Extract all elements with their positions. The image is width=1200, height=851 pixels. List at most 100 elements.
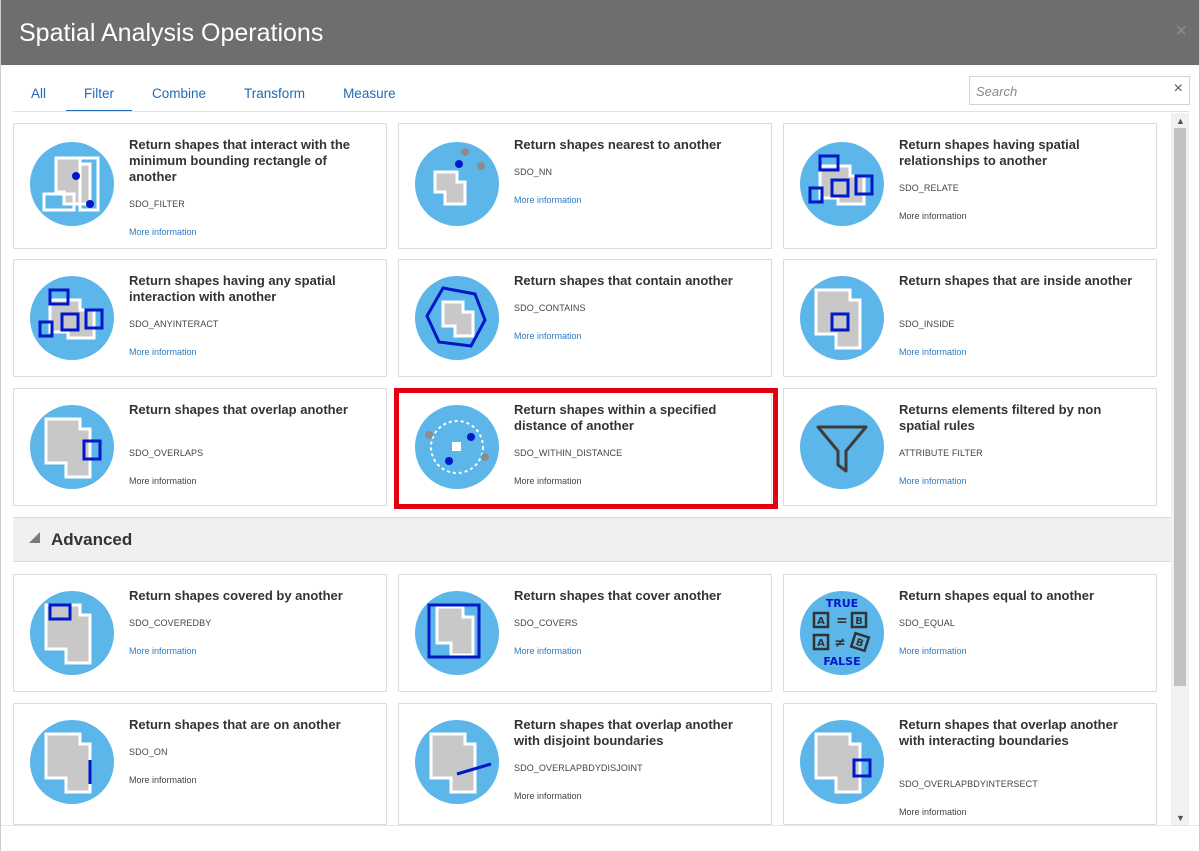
- nearest-neighbor-icon: [415, 142, 499, 226]
- collapse-triangle-icon[interactable]: [29, 532, 40, 543]
- card-title: Return shapes that overlap another with …: [514, 717, 733, 748]
- clear-search-icon[interactable]: ×: [1174, 80, 1183, 98]
- card-code: SDO_EQUAL: [899, 618, 955, 628]
- equal-icon-neq-text: ≠: [834, 635, 846, 651]
- relate-icon: [800, 142, 884, 226]
- card-code: SDO_CONTAINS: [514, 303, 586, 313]
- operation-card-sdo-inside[interactable]: Return shapes that are inside another SD…: [783, 259, 1157, 377]
- card-title: Return shapes nearest to another: [514, 137, 722, 152]
- more-information-link[interactable]: More information: [899, 807, 967, 817]
- card-code: SDO_ON: [129, 747, 168, 757]
- more-information-link[interactable]: More information: [899, 347, 967, 357]
- card-code: SDO_OVERLAPS: [129, 448, 204, 458]
- more-information-link[interactable]: More information: [899, 646, 967, 656]
- tab-combine[interactable]: Combine: [134, 80, 224, 112]
- more-information-link[interactable]: More information: [129, 227, 197, 237]
- equal-icon-a2-text: A: [817, 638, 825, 649]
- card-code: SDO_RELATE: [899, 183, 959, 193]
- dialog-title: Spatial Analysis Operations: [19, 19, 324, 47]
- overlap-intersect-icon: [800, 720, 884, 804]
- equal-icon-false-text: FALSE: [823, 655, 860, 668]
- search-box: ×: [969, 76, 1190, 105]
- anyinteract-icon: [30, 276, 114, 360]
- card-title: Return shapes equal to another: [899, 588, 1095, 603]
- more-information-link[interactable]: More information: [899, 211, 967, 221]
- more-information-link[interactable]: More information: [514, 195, 582, 205]
- more-information-link[interactable]: More information: [129, 476, 197, 486]
- card-title: Return shapes that interact with the min…: [129, 137, 351, 184]
- selection-highlight: [394, 388, 778, 509]
- card-title: Returns elements filtered by non spatial…: [899, 402, 1102, 433]
- contains-icon: [415, 276, 499, 360]
- card-code: SDO_COVEREDBY: [129, 618, 212, 628]
- operation-card-sdo-overlaps[interactable]: Return shapes that overlap another SDO_O…: [13, 388, 387, 506]
- more-information-link[interactable]: More information: [514, 331, 582, 341]
- card-title: Return shapes having spatial relationshi…: [899, 137, 1080, 168]
- more-information-link[interactable]: More information: [129, 775, 197, 785]
- equal-icon-eq-text: =: [836, 613, 848, 629]
- card-title: Return shapes that contain another: [514, 273, 733, 288]
- tab-filter[interactable]: Filter: [66, 80, 133, 112]
- card-title: Return shapes that overlap another with …: [899, 717, 1118, 748]
- card-code: SDO_COVERS: [514, 618, 578, 628]
- operations-list: Return shapes that interact with the min…: [1, 113, 1199, 825]
- on-icon: [30, 720, 114, 804]
- equal-icon: TRUE A = B A ≠ B FALSE: [800, 591, 884, 675]
- equal-icon-true-text: TRUE: [826, 597, 858, 610]
- operation-card-sdo-coveredby[interactable]: Return shapes covered by another SDO_COV…: [13, 574, 387, 692]
- tabs-divider: [13, 111, 1189, 112]
- card-title: Return shapes covered by another: [129, 588, 343, 603]
- operation-card-sdo-overlapbdyintersect[interactable]: Return shapes that overlap another with …: [783, 703, 1157, 825]
- dialog-titlebar: Spatial Analysis Operations ×: [1, 0, 1199, 65]
- more-information-link[interactable]: More information: [129, 347, 197, 357]
- advanced-label: Advanced: [51, 530, 133, 549]
- vertical-scrollbar[interactable]: ▲ ▼: [1171, 113, 1189, 825]
- operation-card-sdo-covers[interactable]: Return shapes that cover another SDO_COV…: [398, 574, 772, 692]
- coveredby-icon: [30, 591, 114, 675]
- equal-icon-b2-text: B: [854, 637, 865, 650]
- card-code: SDO_ANYINTERACT: [129, 319, 219, 329]
- scrollbar-thumb[interactable]: [1174, 128, 1186, 686]
- scroll-up-icon[interactable]: ▲: [1176, 116, 1185, 126]
- card-code: SDO_OVERLAPBDYINTERSECT: [899, 779, 1038, 789]
- funnel-icon: [800, 405, 884, 489]
- inside-icon: [800, 276, 884, 360]
- operation-card-sdo-contains[interactable]: Return shapes that contain another SDO_C…: [398, 259, 772, 377]
- dialog-footer: [1, 825, 1199, 851]
- operation-card-sdo-nn[interactable]: Return shapes nearest to another SDO_NN …: [398, 123, 772, 249]
- operation-card-sdo-filter[interactable]: Return shapes that interact with the min…: [13, 123, 387, 249]
- operation-card-sdo-overlapbdydisjoint[interactable]: Return shapes that overlap another with …: [398, 703, 772, 825]
- card-title: Return shapes that overlap another: [129, 402, 348, 417]
- operation-card-sdo-relate[interactable]: Return shapes having spatial relationshi…: [783, 123, 1157, 249]
- card-code: SDO_OVERLAPBDYDISJOINT: [514, 763, 643, 773]
- tab-transform[interactable]: Transform: [226, 80, 323, 112]
- card-code: SDO_INSIDE: [899, 319, 955, 329]
- tab-measure[interactable]: Measure: [325, 80, 414, 112]
- filter-mbr-icon: [30, 142, 114, 226]
- card-code: SDO_NN: [514, 167, 553, 177]
- card-title: Return shapes that are on another: [129, 717, 341, 732]
- advanced-section-header[interactable]: Advanced: [13, 517, 1171, 562]
- overlap-disjoint-icon: [415, 720, 499, 804]
- overlaps-icon: [30, 405, 114, 489]
- equal-icon-b-text: B: [855, 616, 863, 627]
- equal-icon-a-text: A: [817, 616, 825, 627]
- search-input[interactable]: [976, 81, 1161, 101]
- more-information-link[interactable]: More information: [129, 646, 197, 656]
- covers-icon: [415, 591, 499, 675]
- close-icon[interactable]: ×: [1175, 20, 1187, 43]
- more-information-link[interactable]: More information: [514, 646, 582, 656]
- scroll-down-icon[interactable]: ▼: [1176, 813, 1185, 823]
- card-title: Return shapes that cover another: [514, 588, 722, 603]
- operation-card-sdo-anyinteract[interactable]: Return shapes having any spatial interac…: [13, 259, 387, 377]
- operation-tabs: All Filter Combine Transform Measure: [13, 80, 416, 112]
- operation-card-attribute-filter[interactable]: Returns elements filtered by non spatial…: [783, 388, 1157, 506]
- operation-card-sdo-equal[interactable]: TRUE A = B A ≠ B FALSE Return shapes equ…: [783, 574, 1157, 692]
- more-information-link[interactable]: More information: [899, 476, 967, 486]
- tab-all[interactable]: All: [13, 80, 64, 112]
- card-title: Return shapes that are inside another: [899, 273, 1133, 288]
- card-title: Return shapes having any spatial interac…: [129, 273, 336, 304]
- operation-card-sdo-on[interactable]: Return shapes that are on another SDO_ON…: [13, 703, 387, 825]
- spatial-analysis-dialog: Spatial Analysis Operations × All Filter…: [0, 0, 1200, 851]
- more-information-link[interactable]: More information: [514, 791, 582, 801]
